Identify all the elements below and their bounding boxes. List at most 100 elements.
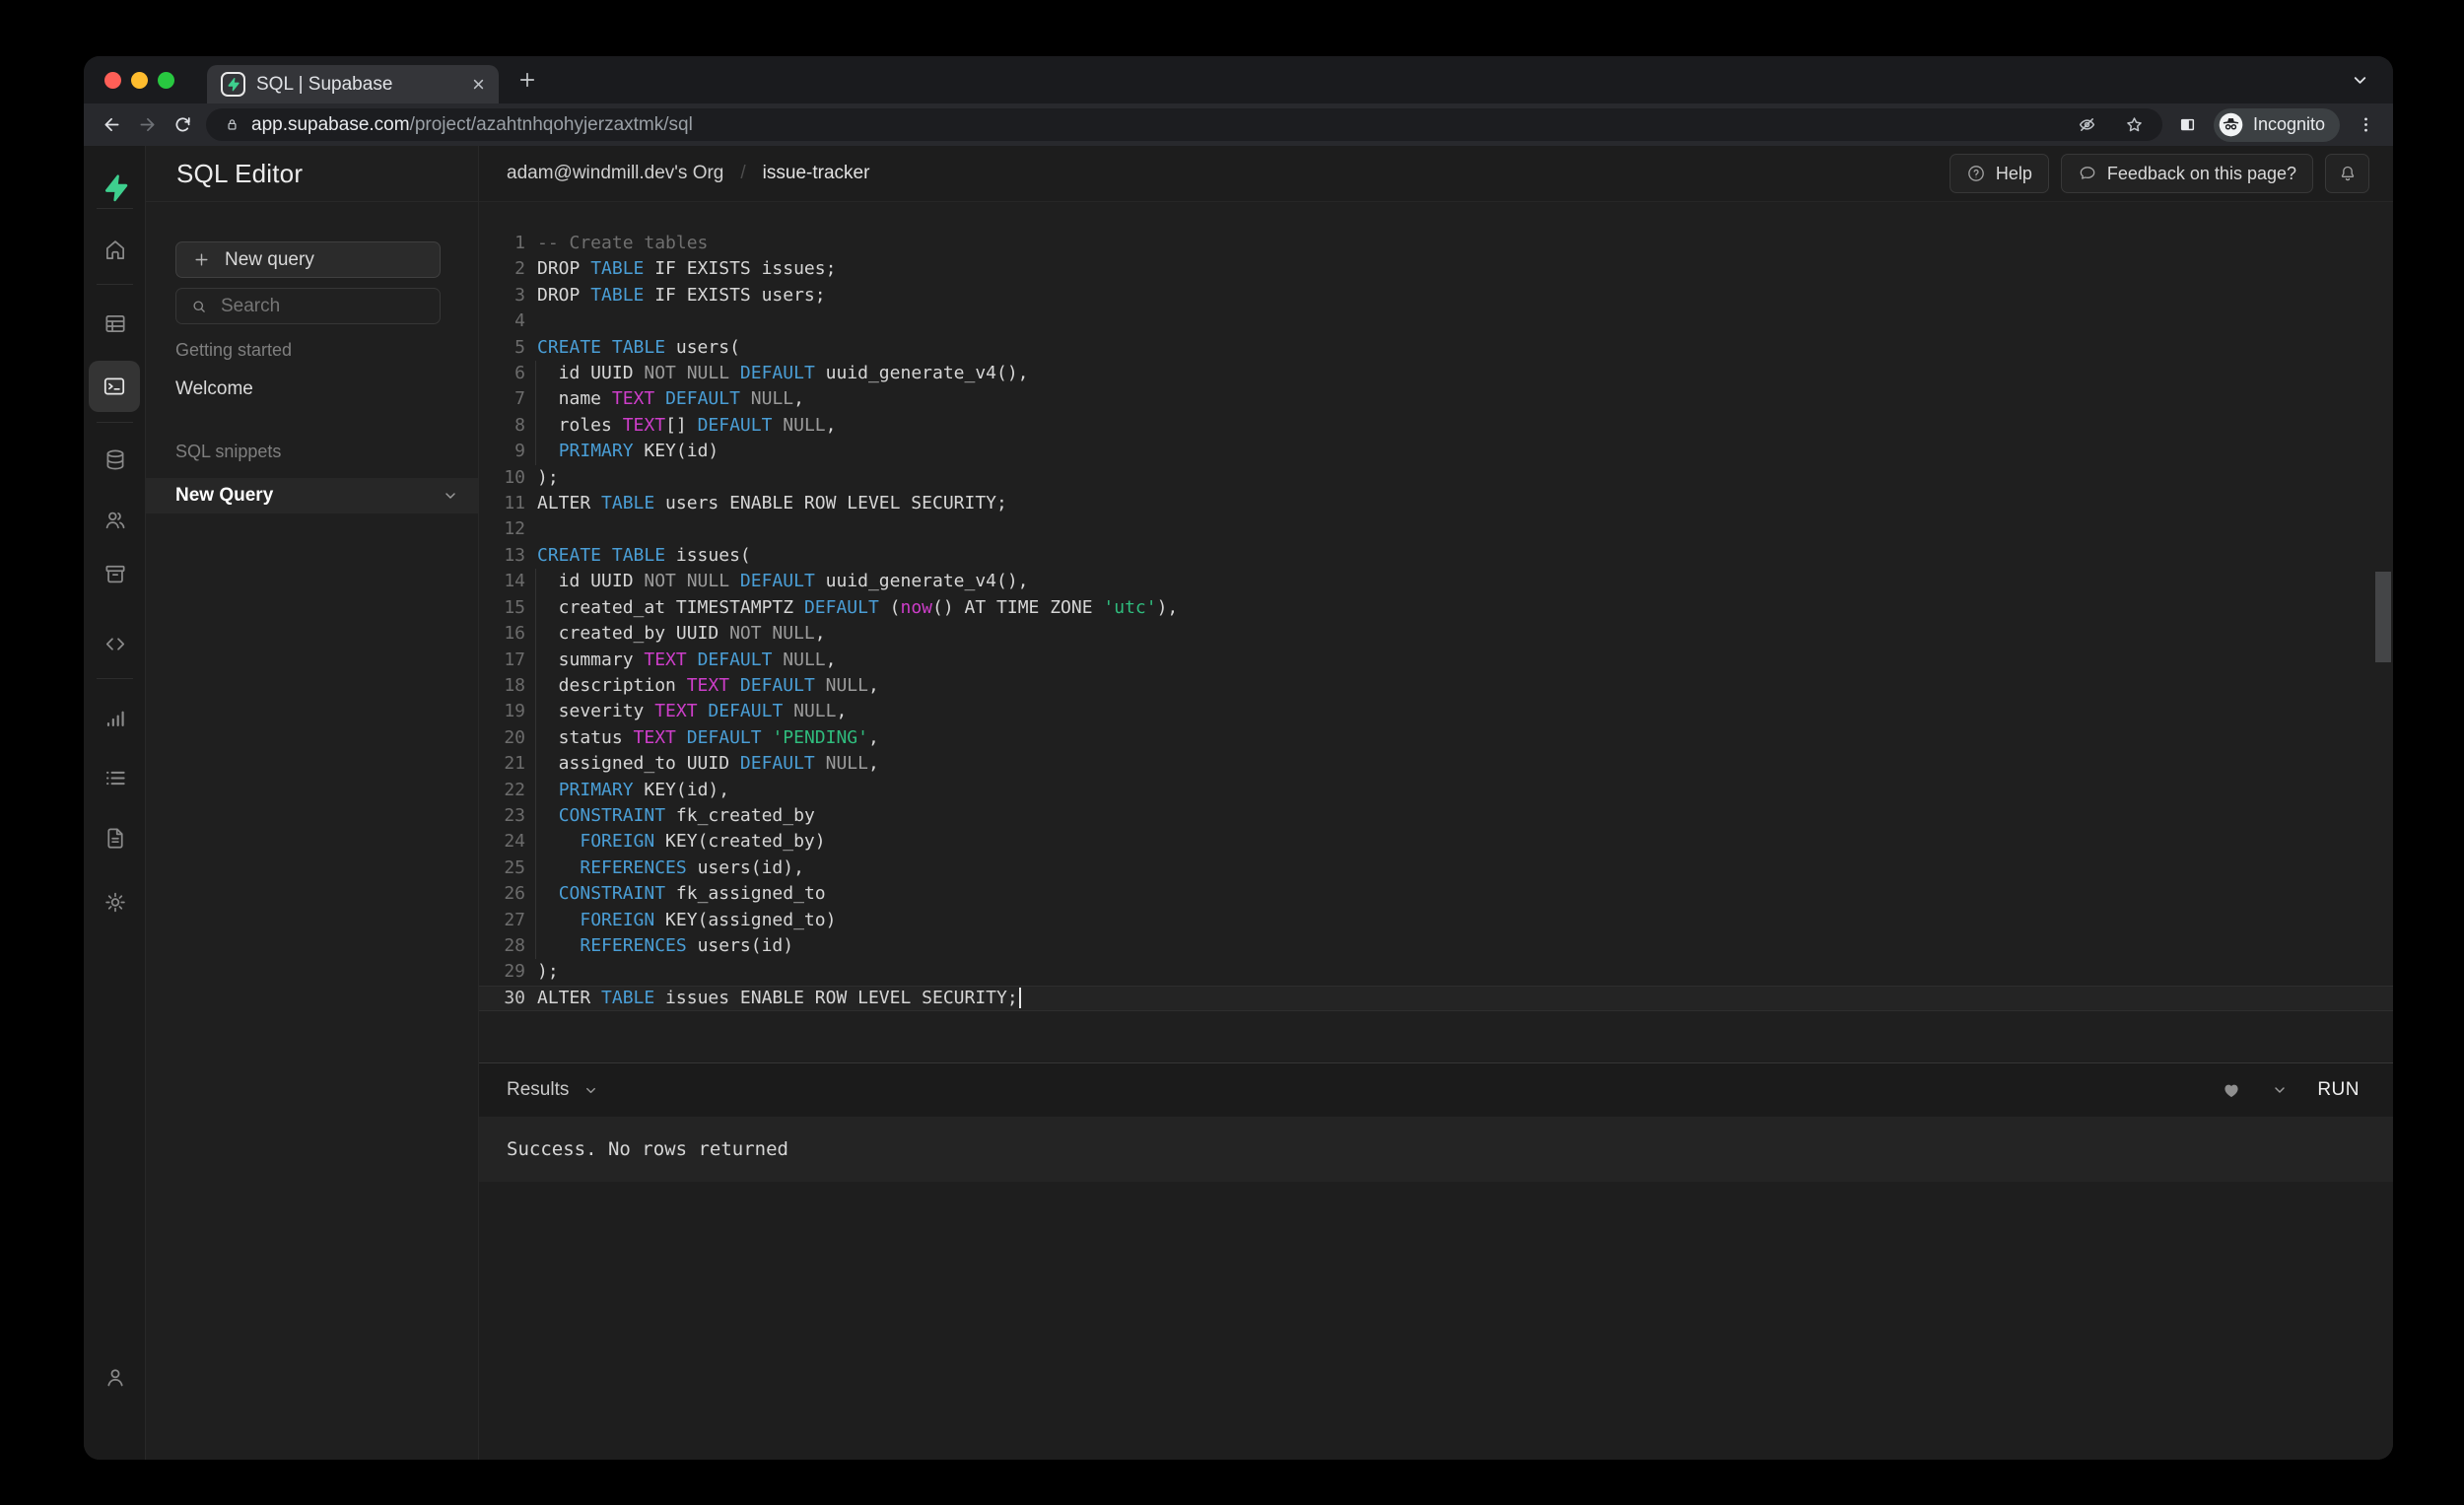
sidebar-item-table-editor[interactable] <box>93 302 137 346</box>
breadcrumb-org[interactable]: adam@windmill.dev's Org <box>507 163 723 184</box>
line-number: 18 <box>479 673 525 699</box>
panel-item-welcome[interactable]: Welcome <box>175 378 441 400</box>
run-button[interactable]: RUN <box>2317 1079 2360 1101</box>
panel-item-new-query[interactable]: New Query <box>146 478 478 513</box>
sidebar-item-docs[interactable] <box>93 816 137 860</box>
results-dropdown[interactable]: Results <box>507 1079 598 1101</box>
line-code: ALTER TABLE issues ENABLE ROW LEVEL SECU… <box>537 986 1021 1011</box>
line-number: 10 <box>479 465 525 491</box>
line-code: created_by UUID NOT NULL, <box>537 621 826 647</box>
window-controls <box>104 72 174 89</box>
line-number: 19 <box>479 699 525 724</box>
new-query-label: New query <box>225 249 314 271</box>
editor-scrollbar[interactable] <box>2375 572 2391 662</box>
chevron-down-icon <box>583 1083 598 1098</box>
favorite-heart-icon[interactable] <box>2221 1079 2242 1101</box>
code-line: 4 <box>479 308 2393 334</box>
help-button[interactable]: Help <box>1950 154 2049 193</box>
code-line: 18 description TEXT DEFAULT NULL, <box>479 673 2393 699</box>
sidebar-item-api[interactable] <box>93 622 137 666</box>
code-line: 20 status TEXT DEFAULT 'PENDING', <box>479 725 2393 751</box>
line-number: 25 <box>479 855 525 881</box>
lock-icon <box>224 116 240 133</box>
line-code: REFERENCES users(id) <box>537 933 793 959</box>
line-number: 30 <box>479 986 525 1011</box>
browser-tab[interactable]: SQL | Supabase <box>207 65 499 103</box>
settings-icon <box>103 889 128 915</box>
code-line: 10); <box>479 465 2393 491</box>
side-panel-button[interactable] <box>2170 107 2206 143</box>
line-code: FOREIGN KEY(assigned_to) <box>537 908 836 933</box>
line-number: 2 <box>479 256 525 282</box>
text-cursor <box>1019 988 1021 1008</box>
line-code: CONSTRAINT fk_assigned_to <box>537 881 826 907</box>
nav-divider <box>97 422 133 423</box>
supabase-logo[interactable] <box>93 166 137 210</box>
line-code: -- Create tables <box>537 231 708 256</box>
line-number: 16 <box>479 621 525 647</box>
reports-icon <box>103 705 128 730</box>
search-input[interactable]: Search <box>175 288 441 324</box>
line-number: 28 <box>479 933 525 959</box>
bookmark-star-icon[interactable] <box>2124 114 2145 135</box>
question-circle-icon <box>1966 164 1986 183</box>
line-number: 3 <box>479 283 525 308</box>
nav-rail <box>84 146 146 1460</box>
incognito-badge[interactable]: Incognito <box>2214 108 2340 142</box>
sidebar-item-home[interactable] <box>93 228 137 272</box>
home-icon <box>103 237 128 262</box>
sidebar-item-reports[interactable] <box>93 696 137 740</box>
notifications-button[interactable] <box>2325 154 2369 193</box>
sidebar-item-settings[interactable] <box>93 880 137 924</box>
code-line: 19 severity TEXT DEFAULT NULL, <box>479 699 2393 724</box>
sidebar-item-account[interactable] <box>93 1355 137 1400</box>
code-line: 8 roles TEXT[] DEFAULT NULL, <box>479 413 2393 439</box>
url-text: app.supabase.com/project/azahtnhqohyjerz… <box>251 114 693 136</box>
code-line: 15 created_at TIMESTAMPTZ DEFAULT (now()… <box>479 595 2393 621</box>
project-header: adam@windmill.dev's Org / issue-tracker … <box>479 146 2393 202</box>
code-line: 16 created_by UUID NOT NULL, <box>479 621 2393 647</box>
minimize-window-button[interactable] <box>131 72 148 89</box>
url-bar[interactable]: app.supabase.com/project/azahtnhqohyjerz… <box>206 108 2162 141</box>
eye-off-icon[interactable] <box>2077 114 2097 135</box>
tab-close-icon[interactable] <box>470 76 487 93</box>
code-line: 23 CONSTRAINT fk_created_by <box>479 803 2393 829</box>
plus-icon <box>517 70 537 90</box>
close-window-button[interactable] <box>104 72 121 89</box>
new-tab-button[interactable] <box>511 63 544 97</box>
reload-button[interactable] <box>165 107 200 143</box>
code-line: 28 REFERENCES users(id) <box>479 933 2393 959</box>
run-controls: RUN <box>2221 1079 2360 1101</box>
search-icon <box>190 298 208 315</box>
browser-menu-button[interactable] <box>2348 107 2383 143</box>
forward-button[interactable] <box>129 107 165 143</box>
code-line: 5CREATE TABLE users( <box>479 335 2393 361</box>
supabase-app: SQL Editor New query Search Getting star… <box>84 146 2393 1460</box>
tab-search-chevron-icon[interactable] <box>2351 71 2369 90</box>
sidebar-item-sql-editor[interactable] <box>89 361 140 412</box>
code-line: 26 CONSTRAINT fk_assigned_to <box>479 881 2393 907</box>
auth-icon <box>103 507 128 532</box>
sql-editor[interactable]: 1-- Create tables2 DROP TABLE IF EXISTS i… <box>479 202 2393 1062</box>
line-code: CREATE TABLE users( <box>537 335 740 361</box>
url-host: app.supabase.com <box>251 114 410 135</box>
line-number: 11 <box>479 491 525 516</box>
sidebar-item-database[interactable] <box>93 438 137 482</box>
zoom-window-button[interactable] <box>158 72 174 89</box>
new-query-button[interactable]: New query <box>175 241 441 278</box>
results-message: Success. No rows returned <box>507 1138 788 1160</box>
code-line: 1-- Create tables <box>479 231 2393 256</box>
code-line: 11ALTER TABLE users ENABLE ROW LEVEL SEC… <box>479 491 2393 516</box>
breadcrumb-project[interactable]: issue-tracker <box>763 163 870 184</box>
plus-icon <box>193 251 210 268</box>
back-button[interactable] <box>94 107 129 143</box>
feedback-button[interactable]: Feedback on this page? <box>2061 154 2313 193</box>
browser-window: SQL | Supabase app.supabase.com/project/… <box>84 56 2393 1460</box>
line-number: 15 <box>479 595 525 621</box>
sidebar-item-auth[interactable] <box>93 498 137 542</box>
chevron-down-icon[interactable] <box>2272 1082 2288 1098</box>
chevron-down-icon[interactable] <box>443 488 458 504</box>
sidebar-item-logs[interactable] <box>93 756 137 800</box>
line-code: DROP TABLE IF EXISTS issues; <box>537 256 836 282</box>
sidebar-item-storage[interactable] <box>93 552 137 596</box>
